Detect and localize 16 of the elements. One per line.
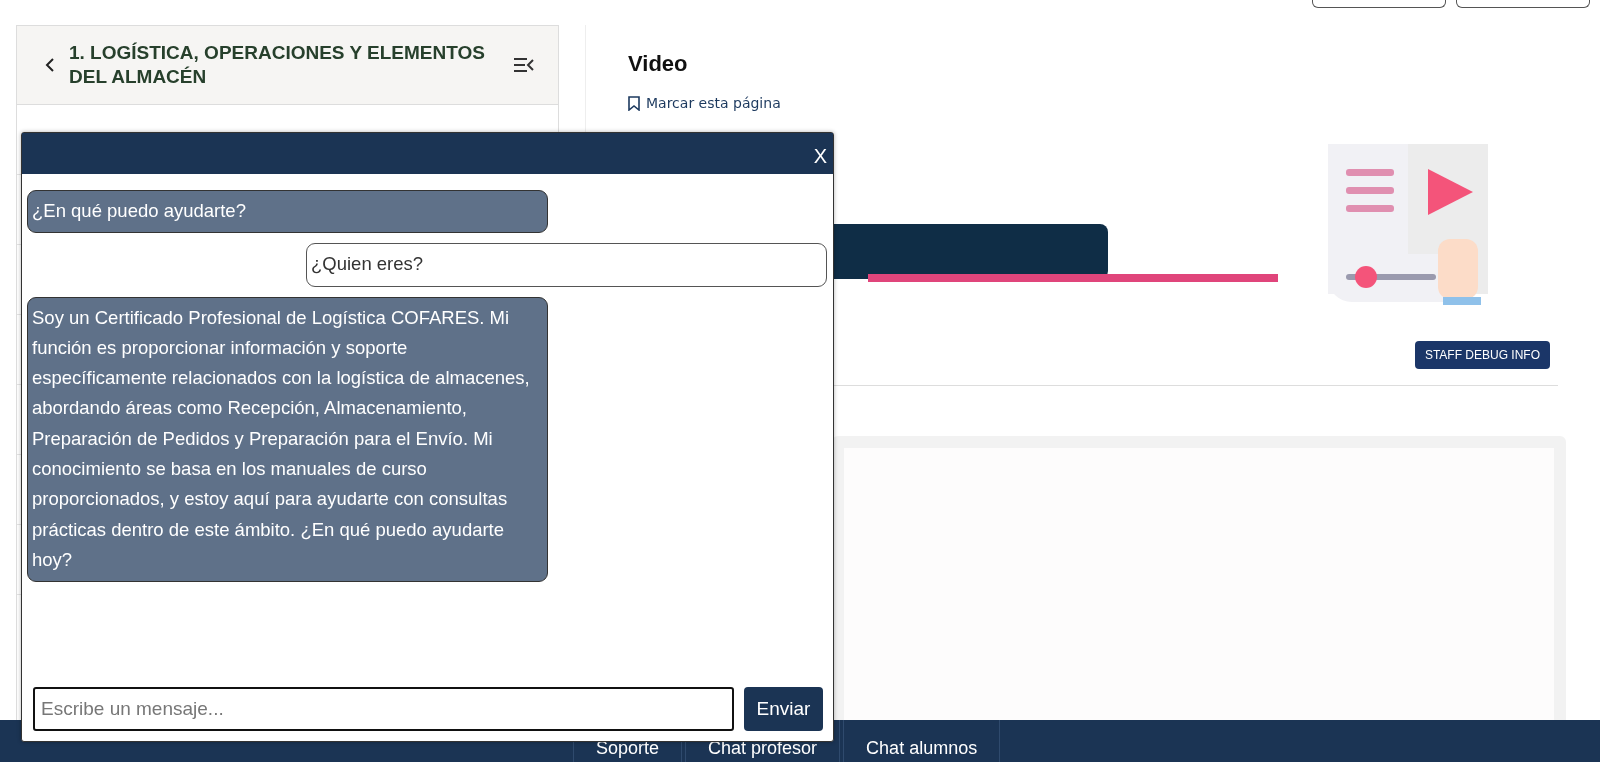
close-button[interactable]: X xyxy=(813,145,827,168)
message-input[interactable]: Escribe un mensaje... xyxy=(33,687,734,731)
staff-debug-button[interactable]: STAFF DEBUG INFO xyxy=(1414,341,1550,369)
bookmark-icon xyxy=(628,95,640,111)
menu-collapse-icon[interactable] xyxy=(514,58,534,72)
course-section-title: 1. LOGÍSTICA, OPERACIONES Y ELEMENTOS DEL ALMACÉN xyxy=(69,41,486,89)
header-button[interactable] xyxy=(1312,0,1446,8)
unit-title: Video xyxy=(628,51,689,77)
bookmark-link[interactable]: Marcar esta página xyxy=(628,95,781,111)
header-button[interactable] xyxy=(1456,0,1590,8)
back-icon[interactable] xyxy=(45,57,55,73)
bot-message: ¿En qué puedo ayudarte? xyxy=(27,190,548,234)
bot-message: Soy un Certificado Profesional de Logística COFARES. Mi función es proporcionar información y soporte específicamente relacionados con la logística de almacenes, abordando áreas como Recepción, Almacenamiento, Preparación de Pedidos y Preparación para el Envío. Mi conocimiento se basa en los manuales de curso proporcionados, y estoy aquí para ayudarte con consultas prácticas dentro de este ámbito. ¿En qué puedo ayudarte hoy? xyxy=(27,296,548,583)
send-button[interactable]: Enviar xyxy=(744,687,823,731)
bottom-tab[interactable]: Chat alumnos xyxy=(843,720,1001,762)
user-message: ¿Quien eres? xyxy=(306,243,827,287)
